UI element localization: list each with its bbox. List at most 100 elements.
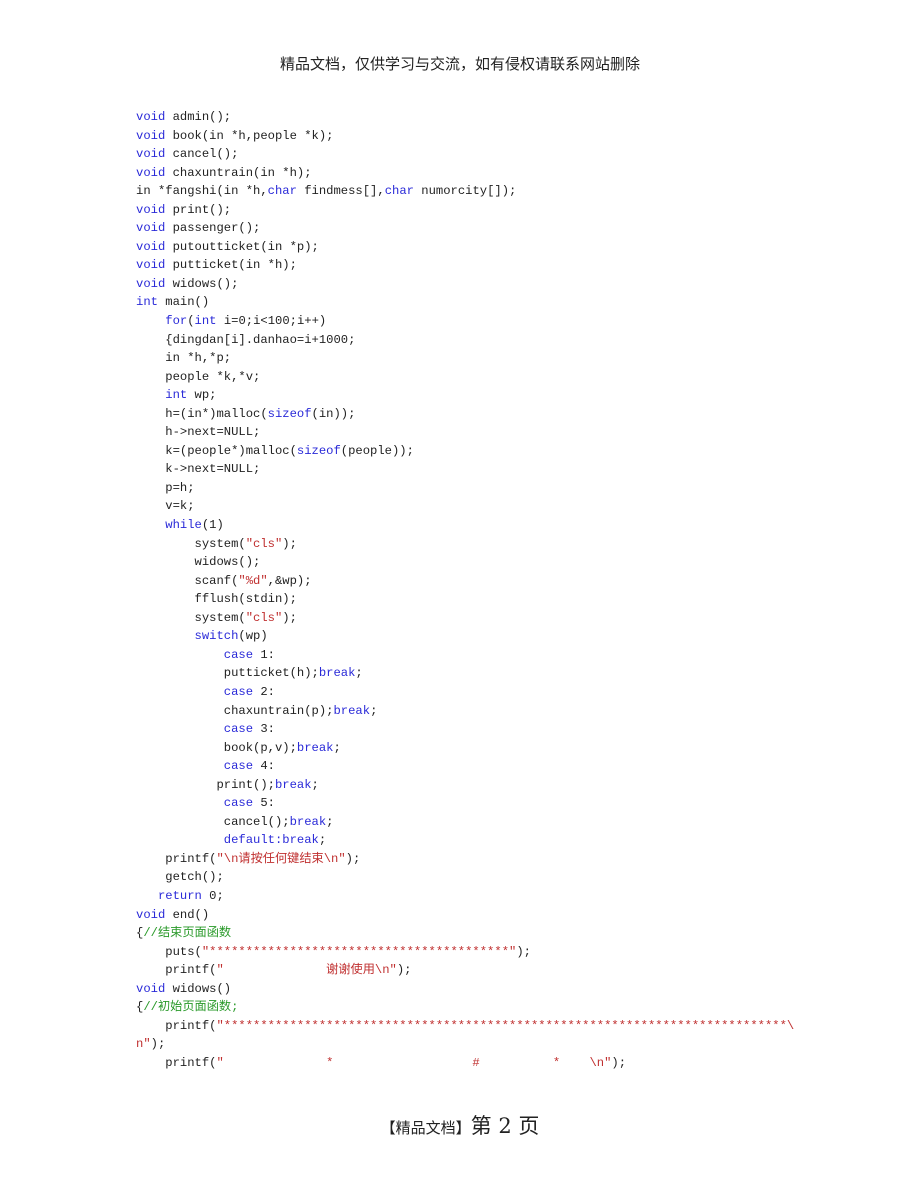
code-keyword: char [267,184,297,199]
code-string: "\n请按任何键结束\n" [216,851,346,866]
code-keyword: break [318,666,356,681]
code-line: getch(); [136,868,794,887]
code-line: printf(" 谢谢使用\n"); [136,961,794,980]
code-keyword: sizeof [296,443,341,458]
code-keyword: char [384,184,414,199]
code-keyword: while [165,518,202,533]
code-text: 0; [201,888,224,903]
code-line: book(p,v);break; [136,739,794,758]
code-text: ); [345,851,361,866]
code-line: {//结束页面函数 [136,924,794,943]
code-text: ( [187,314,195,329]
code-line: k->next=NULL; [136,460,794,479]
code-line: printf("\n请按任何键结束\n"); [136,850,794,869]
code-text: book(in *h,people *k); [165,128,334,143]
code-text: passenger(); [165,221,261,236]
code-line: return 0; [136,887,794,906]
code-text: h=(in*)malloc( [136,406,268,421]
code-line: printf(" * # * \n"); [136,1054,794,1073]
code-text: ,&wp); [267,573,312,588]
code-line: print();break; [136,776,794,795]
code-line: void cancel(); [136,145,794,164]
code-text: main() [157,295,210,310]
code-text: 2: [253,684,275,699]
code-line: cancel();break; [136,813,794,832]
code-line: in *h,*p; [136,349,794,368]
code-line: puts("**********************************… [136,943,794,962]
code-line: h->next=NULL; [136,423,794,442]
code-keyword: int [165,388,188,403]
code-keyword: break [274,777,312,792]
code-line: case 1: [136,646,794,665]
code-text: system( [136,536,246,551]
code-keyword: void [136,221,166,236]
code-text: end() [165,907,210,922]
code-text: (in)); [311,406,356,421]
code-text: k=(people*)malloc( [136,443,297,458]
code-line: for(int i=0;i<100;i++) [136,312,794,331]
code-text: ; [326,814,334,829]
code-line: void passenger(); [136,219,794,238]
code-line: case 4: [136,757,794,776]
code-text: h->next=NULL; [136,425,261,440]
code-text: k->next=NULL; [136,462,261,477]
code-keyword: int [136,295,158,310]
code-keyword: case [223,796,254,811]
code-line: int main() [136,293,794,312]
code-text: print(); [136,777,275,792]
code-text: getch(); [136,870,224,885]
code-line: putticket(h);break; [136,664,794,683]
code-line: {//初始页面函数; [136,998,794,1017]
code-line: system("cls"); [136,535,794,554]
code-text: ; [355,666,363,681]
code-text: fflush(stdin); [136,592,297,607]
code-comment: //初始页面函数; [143,1000,239,1015]
code-line: h=(in*)malloc(sizeof(in)); [136,405,794,424]
page-number: 第 2 页 [470,1114,540,1138]
code-text: ; [370,703,378,718]
code-text: ); [282,536,297,551]
code-string: "***************************************… [201,944,517,959]
code-keyword: sizeof [267,406,312,421]
code-keyword: case [223,684,254,699]
code-text: in *h,*p; [136,351,232,366]
code-keyword: case [223,722,254,737]
code-text: printf( [136,1055,217,1070]
code-text: ); [282,610,297,625]
code-line: default:break; [136,831,794,850]
code-keyword: break [296,740,334,755]
code-text: print(); [165,202,232,217]
code-line: case 2: [136,683,794,702]
code-keyword: void [136,907,166,922]
code-text: (people)); [340,443,414,458]
code-line: {dingdan[i].danhao=i+1000; [136,331,794,350]
code-text: p=h; [136,480,195,495]
code-text: 1: [253,647,275,662]
code-string: "cls" [245,610,283,625]
code-comment: //结束页面函数 [143,926,232,941]
code-text: printf( [136,851,217,866]
code-text: v=k; [136,499,195,514]
code-text: 3: [253,722,275,737]
code-keyword: void [136,981,166,996]
page-header: 精品文档，仅供学习与交流，如有侵权请联系网站删除 [279,55,640,73]
code-string: "%d" [238,573,268,588]
code-text: putticket(h); [136,666,319,681]
code-keyword: case [223,647,254,662]
code-text: ; [318,833,327,848]
code-keyword: case [223,759,254,774]
code-keyword: void [136,202,166,217]
code-line: p=h; [136,479,794,498]
code-line: scanf("%d",&wp); [136,572,794,591]
code-text: {dingdan[i].danhao=i+1000; [136,332,356,347]
code-keyword: void [136,258,166,273]
code-text: system( [136,610,246,625]
